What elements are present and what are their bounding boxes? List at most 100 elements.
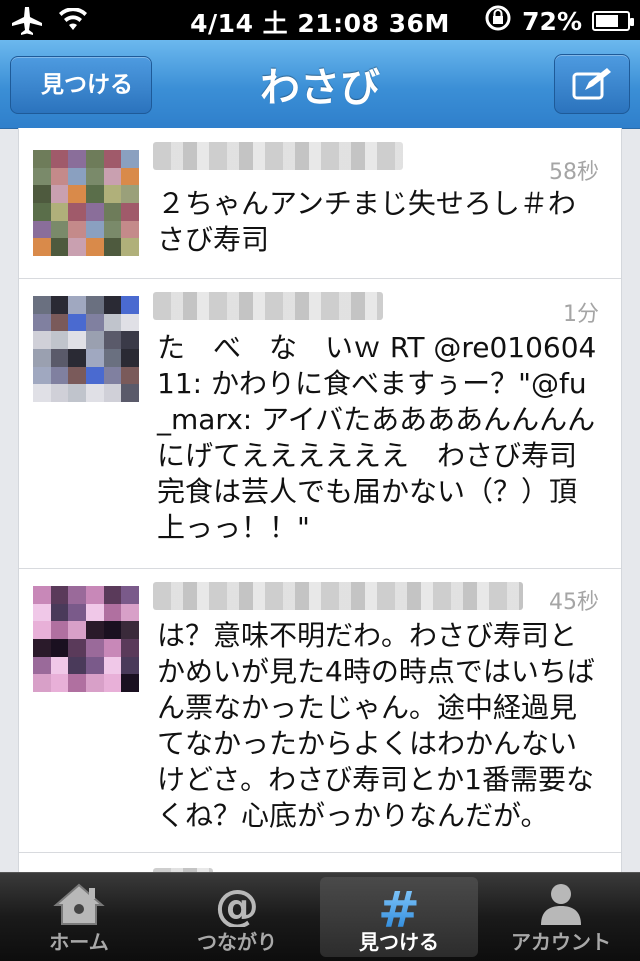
avatar-pixel <box>121 603 139 622</box>
avatar-pixel <box>33 366 51 385</box>
tab-account[interactable]: アカウント <box>482 873 640 961</box>
tab-home-label: ホーム <box>49 930 109 954</box>
avatar[interactable] <box>33 586 139 692</box>
avatar-pixel <box>121 150 139 168</box>
avatar-pixel <box>50 603 69 622</box>
avatar-pixel <box>33 621 51 639</box>
avatar-pixel <box>121 220 139 239</box>
tab-home[interactable]: ホーム <box>0 873 158 961</box>
avatar-pixel <box>85 150 104 168</box>
status-bar: 4/14 土 21:08 36M 72% <box>0 0 640 40</box>
tweet-item[interactable] <box>19 852 621 872</box>
avatar-pixel <box>85 366 104 385</box>
tweet-timestamp: 58秒 <box>549 160 599 185</box>
avatar-pixel <box>103 313 122 332</box>
avatar-pixel <box>121 621 139 639</box>
avatar-pixel <box>68 656 86 675</box>
avatar-pixel <box>103 296 122 314</box>
avatar-pixel <box>68 296 86 314</box>
avatar-pixel <box>33 202 51 221</box>
avatar-pixel <box>85 638 104 657</box>
avatar-pixel <box>33 638 51 657</box>
tab-discover-label: 見つける <box>359 930 439 954</box>
avatar-pixel <box>50 238 69 256</box>
tab-connect[interactable]: @ つながり <box>158 873 316 961</box>
hash-icon: # <box>378 885 420 931</box>
avatar-pixel <box>50 185 69 203</box>
compose-button[interactable] <box>554 54 630 114</box>
tweet-text: た べ な いｗ RT @re01060411: かわりに食べますぅー？"@fu… <box>157 331 622 544</box>
avatar-pixel <box>121 384 139 402</box>
avatar-pixel <box>33 586 51 604</box>
avatar-pixel <box>68 586 86 604</box>
svg-text:#: # <box>378 885 420 931</box>
user-name <box>153 142 403 170</box>
avatar-pixel <box>85 220 104 239</box>
avatar-pixel <box>85 348 104 367</box>
avatar-pixel <box>85 167 104 186</box>
avatar-pixel <box>68 150 86 168</box>
avatar-pixel <box>50 674 69 692</box>
avatar-pixel <box>33 185 51 203</box>
avatar-pixel <box>68 603 86 622</box>
avatar-pixel <box>68 202 86 221</box>
search-results-list[interactable]: 58秒 ２ちゃんアンチまじ失せろし＃わさび寿司 1分 た べ な いｗ RT @… <box>18 128 622 872</box>
avatar-pixel <box>121 202 139 221</box>
avatar-pixel <box>50 150 69 168</box>
avatar-pixel <box>103 348 122 367</box>
avatar-pixel <box>121 586 139 604</box>
avatar-pixel <box>103 656 122 675</box>
avatar-pixel <box>68 167 86 186</box>
avatar-pixel <box>103 202 122 221</box>
avatar-pixel <box>85 621 104 639</box>
tab-bar: ホーム @ つながり # 見つける アカウント <box>0 872 640 961</box>
avatar-pixel <box>103 167 122 186</box>
avatar-pixel <box>33 331 51 349</box>
tweet-item[interactable]: 1分 た べ な いｗ RT @re01060411: かわりに食べますぅー？"… <box>19 278 621 569</box>
avatar-pixel <box>50 220 69 239</box>
home-icon <box>53 883 105 925</box>
avatar-pixel <box>103 638 122 657</box>
avatar-pixel <box>68 313 86 332</box>
avatar-pixel <box>50 621 69 639</box>
navigation-bar: 見つける わさび <box>0 40 640 129</box>
avatar-pixel <box>50 348 69 367</box>
avatar-pixel <box>103 366 122 385</box>
avatar[interactable] <box>33 150 139 256</box>
user-name <box>153 292 383 320</box>
avatar-pixel <box>50 202 69 221</box>
avatar-pixel <box>68 621 86 639</box>
avatar-pixel <box>68 348 86 367</box>
avatar-pixel <box>33 384 51 402</box>
avatar-pixel <box>33 150 51 168</box>
tweet-item[interactable]: 58秒 ２ちゃんアンチまじ失せろし＃わさび寿司 <box>19 128 621 279</box>
avatar-pixel <box>68 185 86 203</box>
tweet-item[interactable]: 45秒 は？意味不明だわ。わさび寿司とかめいが見た4時の時点ではいちばん票なかっ… <box>19 568 621 853</box>
avatar-pixel <box>68 384 86 402</box>
avatar-pixel <box>103 238 122 256</box>
avatar-pixel <box>103 220 122 239</box>
avatar-pixel <box>50 366 69 385</box>
avatar-pixel <box>85 296 104 314</box>
avatar-pixel <box>33 220 51 239</box>
compose-icon <box>572 68 611 100</box>
avatar-pixel <box>50 656 69 675</box>
avatar-pixel <box>121 366 139 385</box>
avatar[interactable] <box>33 296 139 402</box>
avatar-pixel <box>68 674 86 692</box>
page-title: わさび <box>260 65 380 111</box>
avatar-pixel <box>121 238 139 256</box>
avatar-pixel <box>103 674 122 692</box>
person-icon <box>541 884 581 925</box>
avatar-pixel <box>33 348 51 367</box>
avatar-pixel <box>121 331 139 349</box>
avatar-pixel <box>50 331 69 349</box>
avatar-pixel <box>121 167 139 186</box>
avatar-pixel <box>33 603 51 622</box>
avatar-pixel <box>85 674 104 692</box>
avatar-pixel <box>50 296 69 314</box>
tab-discover[interactable]: # 見つける <box>320 877 478 957</box>
avatar-pixel <box>103 384 122 402</box>
avatar-pixel <box>50 638 69 657</box>
avatar-pixel <box>121 638 139 657</box>
